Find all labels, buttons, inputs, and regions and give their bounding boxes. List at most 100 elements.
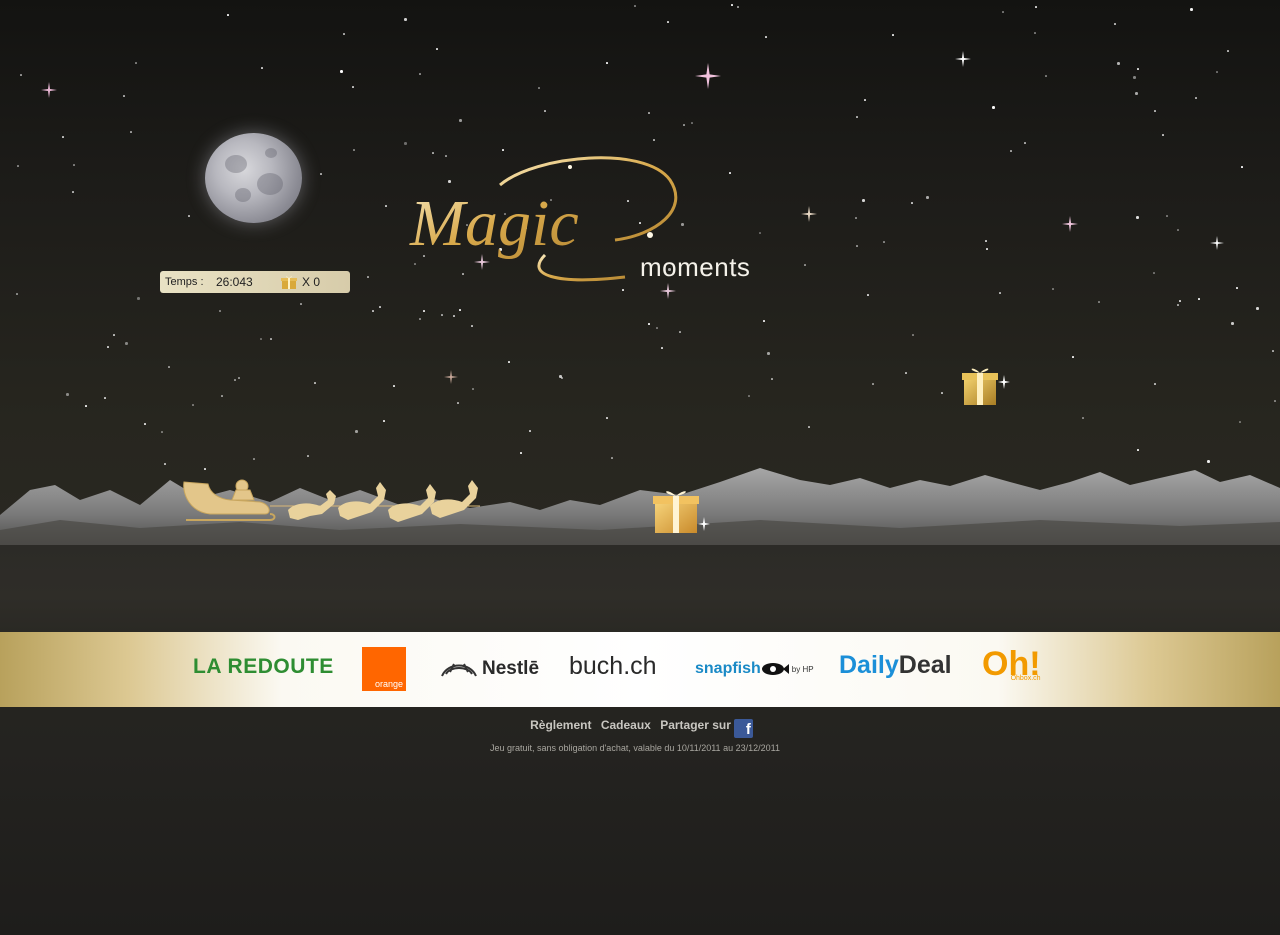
sponsors-band: LA REDOUTE orange Nestlē buch.ch snapfis… bbox=[0, 632, 1280, 707]
star bbox=[1133, 76, 1136, 79]
star bbox=[300, 303, 302, 305]
star bbox=[261, 67, 263, 69]
legal-note: Jeu gratuit, sans obligation d'achat, va… bbox=[490, 743, 780, 753]
sponsor-ohbox[interactable]: Oh! Ohbox.ch bbox=[982, 647, 1041, 682]
star bbox=[457, 402, 459, 404]
star bbox=[731, 4, 733, 6]
star bbox=[1198, 298, 1200, 300]
star bbox=[1239, 421, 1241, 423]
santa-sleigh[interactable] bbox=[180, 474, 485, 528]
star bbox=[911, 202, 913, 204]
star bbox=[1166, 215, 1168, 217]
star bbox=[648, 323, 650, 325]
ground bbox=[0, 545, 1280, 632]
reglement-link[interactable]: Règlement bbox=[530, 718, 591, 732]
star bbox=[634, 5, 636, 7]
star bbox=[393, 385, 395, 387]
star bbox=[72, 191, 74, 193]
star bbox=[883, 241, 885, 243]
star bbox=[683, 124, 685, 126]
star bbox=[986, 248, 988, 250]
star bbox=[855, 217, 857, 219]
star bbox=[1002, 11, 1004, 13]
star bbox=[441, 314, 443, 316]
star bbox=[1024, 142, 1026, 144]
star bbox=[1177, 304, 1179, 306]
gift-box-icon[interactable] bbox=[960, 365, 1010, 410]
star bbox=[872, 383, 874, 385]
sparkle-icon bbox=[41, 82, 57, 98]
star bbox=[436, 48, 438, 50]
star bbox=[520, 452, 522, 454]
sponsor-la-redoute-label: LA REDOUTE bbox=[193, 655, 334, 678]
star bbox=[1035, 6, 1037, 8]
star bbox=[1010, 150, 1012, 152]
star bbox=[606, 417, 608, 419]
star bbox=[912, 334, 914, 336]
star bbox=[307, 455, 309, 457]
star bbox=[765, 36, 767, 38]
time-value: 26:043 bbox=[216, 275, 253, 289]
star bbox=[748, 395, 750, 397]
nest-icon bbox=[441, 663, 477, 677]
star bbox=[667, 21, 669, 23]
star bbox=[270, 338, 272, 340]
star bbox=[1072, 356, 1074, 358]
star bbox=[862, 199, 865, 202]
star bbox=[1154, 110, 1156, 112]
star bbox=[355, 430, 358, 433]
star bbox=[856, 116, 858, 118]
star bbox=[404, 18, 407, 21]
star bbox=[343, 33, 345, 35]
star bbox=[379, 306, 381, 308]
star bbox=[85, 405, 87, 407]
star bbox=[137, 297, 140, 300]
star bbox=[992, 106, 995, 109]
star bbox=[1274, 400, 1276, 402]
star bbox=[771, 378, 773, 380]
moon bbox=[205, 133, 302, 223]
star bbox=[648, 112, 650, 114]
star bbox=[606, 62, 608, 64]
sponsor-buch[interactable]: buch.ch bbox=[569, 652, 657, 681]
sponsor-dailydeal[interactable]: Daily Deal bbox=[839, 651, 952, 680]
facebook-icon[interactable]: f bbox=[733, 719, 753, 738]
sponsor-la-redoute[interactable]: LA REDOUTE bbox=[193, 655, 334, 679]
star bbox=[691, 122, 693, 124]
star bbox=[62, 136, 64, 138]
cadeaux-link[interactable]: Cadeaux bbox=[601, 718, 651, 732]
star bbox=[144, 423, 146, 425]
star bbox=[320, 173, 322, 175]
sponsor-orange[interactable]: orange bbox=[362, 647, 406, 691]
star bbox=[763, 320, 765, 322]
star bbox=[656, 327, 658, 329]
star bbox=[1045, 75, 1047, 77]
star bbox=[561, 377, 563, 379]
star bbox=[1117, 62, 1120, 65]
star bbox=[737, 6, 739, 8]
gift-box-icon[interactable] bbox=[652, 487, 710, 537]
star bbox=[17, 165, 19, 167]
star bbox=[1241, 166, 1243, 168]
sponsor-nestle[interactable]: Nestlē bbox=[440, 656, 539, 682]
star bbox=[352, 86, 354, 88]
star bbox=[1256, 307, 1259, 310]
partager-link[interactable]: Partager sur bbox=[660, 718, 731, 732]
star bbox=[611, 457, 613, 459]
star bbox=[168, 366, 170, 368]
star bbox=[260, 338, 262, 340]
sponsor-snapfish[interactable]: snapfish by HP bbox=[695, 660, 814, 678]
star bbox=[66, 393, 69, 396]
sparkle-icon bbox=[1210, 236, 1224, 250]
star bbox=[1154, 383, 1156, 385]
sponsor-deal-label: Deal bbox=[898, 651, 952, 679]
star bbox=[661, 347, 663, 349]
star bbox=[999, 292, 1001, 294]
star bbox=[1135, 92, 1138, 95]
star bbox=[221, 395, 223, 397]
logo-title: Magic bbox=[409, 187, 579, 260]
star bbox=[1272, 350, 1274, 352]
star bbox=[1231, 322, 1234, 325]
gift-icon bbox=[281, 276, 297, 289]
star bbox=[1098, 301, 1100, 303]
